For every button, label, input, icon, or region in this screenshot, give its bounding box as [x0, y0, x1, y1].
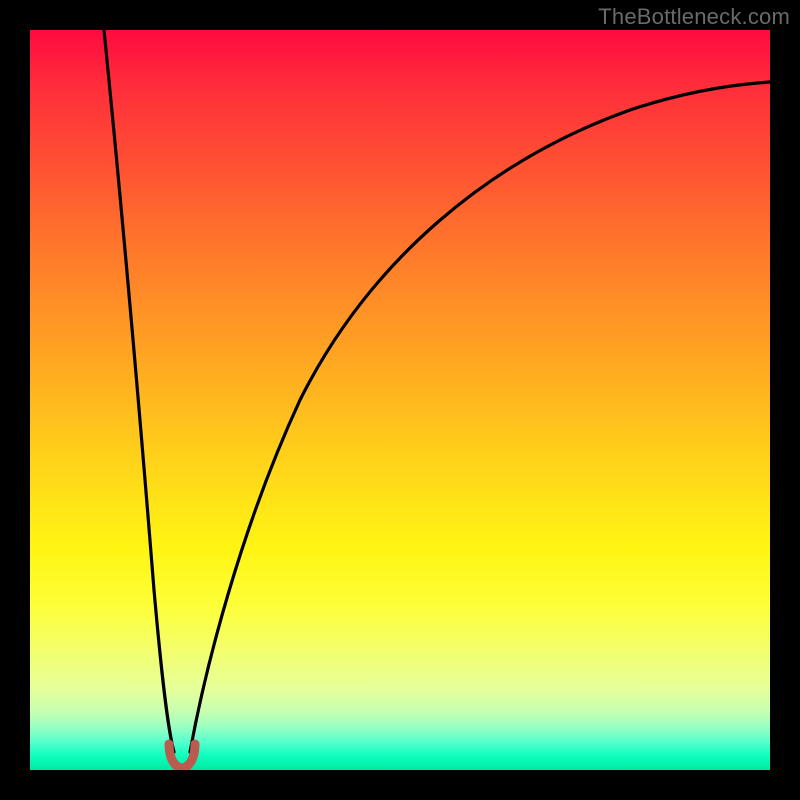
valley-u-marker — [169, 744, 195, 768]
watermark-text: TheBottleneck.com — [598, 4, 790, 30]
plot-area — [30, 30, 770, 770]
outer-frame: TheBottleneck.com — [0, 0, 800, 800]
curve-left-branch — [104, 30, 174, 752]
curve-right-branch — [190, 82, 770, 752]
curve-layer — [30, 30, 770, 770]
